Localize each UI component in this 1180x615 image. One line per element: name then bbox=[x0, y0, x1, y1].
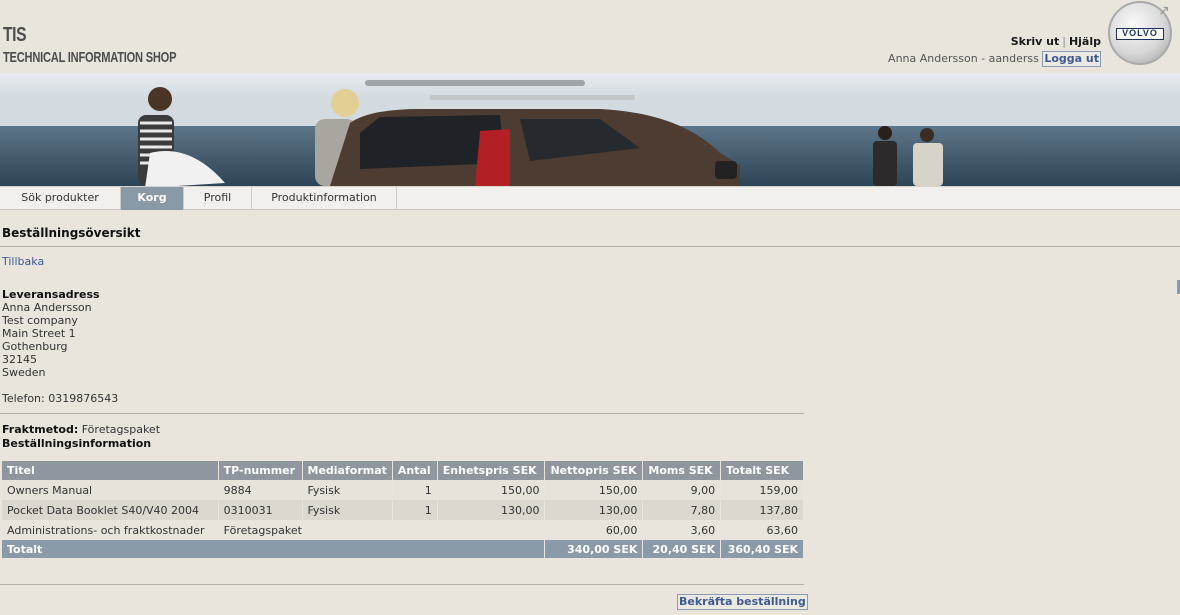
order-info-heading: Beställningsinformation bbox=[2, 437, 152, 450]
cell-total: 159,00 bbox=[720, 480, 804, 500]
column-header: Antal bbox=[392, 461, 438, 480]
link-separator: | bbox=[1062, 35, 1066, 48]
address-city: Gothenburg bbox=[2, 340, 68, 353]
cell-unit-price bbox=[437, 520, 546, 540]
confirm-order-button[interactable]: Bekräfta beställning bbox=[677, 594, 808, 610]
table-row: Owners Manual 9884 Fysisk 1 150,00 150,0… bbox=[2, 480, 804, 500]
cell-tp-number: 9884 bbox=[218, 480, 303, 500]
address-name: Anna Andersson bbox=[2, 301, 92, 314]
cell-net-price: 150,00 bbox=[544, 480, 644, 500]
address-phone: Telefon: 0319876543 bbox=[2, 392, 119, 405]
total-vat: 20,40 SEK bbox=[642, 540, 722, 558]
freight-label: Fraktmetod: bbox=[2, 423, 79, 436]
cell-title: Pocket Data Booklet S40/V40 2004 bbox=[2, 500, 219, 520]
logout-button[interactable]: Logga ut bbox=[1042, 51, 1101, 67]
order-table: Titel TP-nummer Mediaformat Antal Enhets… bbox=[2, 461, 804, 558]
delivery-address-heading: Leveransadress bbox=[2, 288, 100, 301]
hero-banner bbox=[0, 73, 1180, 186]
cell-media-format: Fysisk bbox=[302, 480, 393, 500]
main-tabs: Sök produkter Korg Profil Produktinforma… bbox=[0, 186, 1180, 210]
column-header: Totalt SEK bbox=[720, 461, 804, 480]
back-link[interactable]: Tillbaka bbox=[2, 255, 44, 268]
arrow-icon: ↗ bbox=[1158, 3, 1170, 19]
cell-vat: 3,60 bbox=[642, 520, 722, 540]
column-header: Mediaformat bbox=[302, 461, 393, 480]
freight-value: Företagspaket bbox=[81, 423, 161, 436]
total-label: Totalt bbox=[2, 540, 546, 558]
cell-title: Administrations- och fraktkostnader bbox=[2, 520, 219, 540]
tab-search-products[interactable]: Sök produkter bbox=[0, 187, 121, 210]
brand-badge-text: VOLVO bbox=[1116, 28, 1164, 40]
address-street: Main Street 1 bbox=[2, 327, 76, 340]
page-title: Beställningsöversikt bbox=[2, 226, 141, 240]
column-header: Titel bbox=[2, 461, 219, 480]
cell-freight-method: Företagspaket bbox=[218, 520, 438, 540]
cell-title: Owners Manual bbox=[2, 480, 219, 500]
total-net: 340,00 SEK bbox=[544, 540, 644, 558]
cell-tp-number: 0310031 bbox=[218, 500, 303, 520]
divider bbox=[0, 584, 804, 585]
column-header: Enhetspris SEK bbox=[437, 461, 546, 480]
logo-subtitle: TECHNICAL INFORMATION SHOP bbox=[3, 49, 177, 66]
table-header-row: Titel TP-nummer Mediaformat Antal Enhets… bbox=[2, 461, 804, 480]
tab-cart[interactable]: Korg bbox=[121, 187, 184, 210]
tab-profile[interactable]: Profil bbox=[184, 187, 252, 210]
delivery-address: Anna Andersson Test company Main Street … bbox=[2, 301, 92, 379]
banner-image bbox=[0, 73, 1180, 186]
cell-total: 137,80 bbox=[720, 500, 804, 520]
user-name: Anna Andersson - aanderss bbox=[888, 52, 1039, 65]
divider bbox=[0, 246, 1180, 247]
total-row: Totalt 340,00 SEK 20,40 SEK 360,40 SEK bbox=[2, 540, 804, 558]
cell-quantity: 1 bbox=[392, 500, 438, 520]
cell-media-format: Fysisk bbox=[302, 500, 393, 520]
tab-product-information[interactable]: Produktinformation bbox=[252, 187, 397, 210]
total-sum: 360,40 SEK bbox=[720, 540, 804, 558]
cell-unit-price: 150,00 bbox=[437, 480, 546, 500]
fee-row: Administrations- och fraktkostnader Före… bbox=[2, 520, 804, 540]
cell-quantity: 1 bbox=[392, 480, 438, 500]
table-row: Pocket Data Booklet S40/V40 2004 0310031… bbox=[2, 500, 804, 520]
logo-title: TIS bbox=[3, 24, 27, 46]
address-company: Test company bbox=[2, 314, 78, 327]
address-country: Sweden bbox=[2, 366, 46, 379]
cell-vat: 9,00 bbox=[642, 480, 722, 500]
cell-total: 63,60 bbox=[720, 520, 804, 540]
divider bbox=[0, 413, 804, 414]
cell-net-price: 60,00 bbox=[544, 520, 644, 540]
column-header: TP-nummer bbox=[218, 461, 303, 480]
volvo-logo-icon: ↗ VOLVO bbox=[1108, 1, 1172, 65]
cell-vat: 7,80 bbox=[642, 500, 722, 520]
print-link[interactable]: Skriv ut bbox=[1011, 35, 1060, 48]
user-info: Anna Andersson - aanderss Logga ut bbox=[888, 51, 1101, 67]
column-header: Nettopris SEK bbox=[544, 461, 644, 480]
column-header: Moms SEK bbox=[642, 461, 722, 480]
top-links: Skriv ut | Hjälp bbox=[1011, 35, 1101, 48]
help-link[interactable]: Hjälp bbox=[1069, 35, 1101, 48]
cell-unit-price: 130,00 bbox=[437, 500, 546, 520]
freight-method: Fraktmetod: Företagspaket bbox=[2, 423, 160, 436]
address-zip: 32145 bbox=[2, 353, 37, 366]
cell-net-price: 130,00 bbox=[544, 500, 644, 520]
